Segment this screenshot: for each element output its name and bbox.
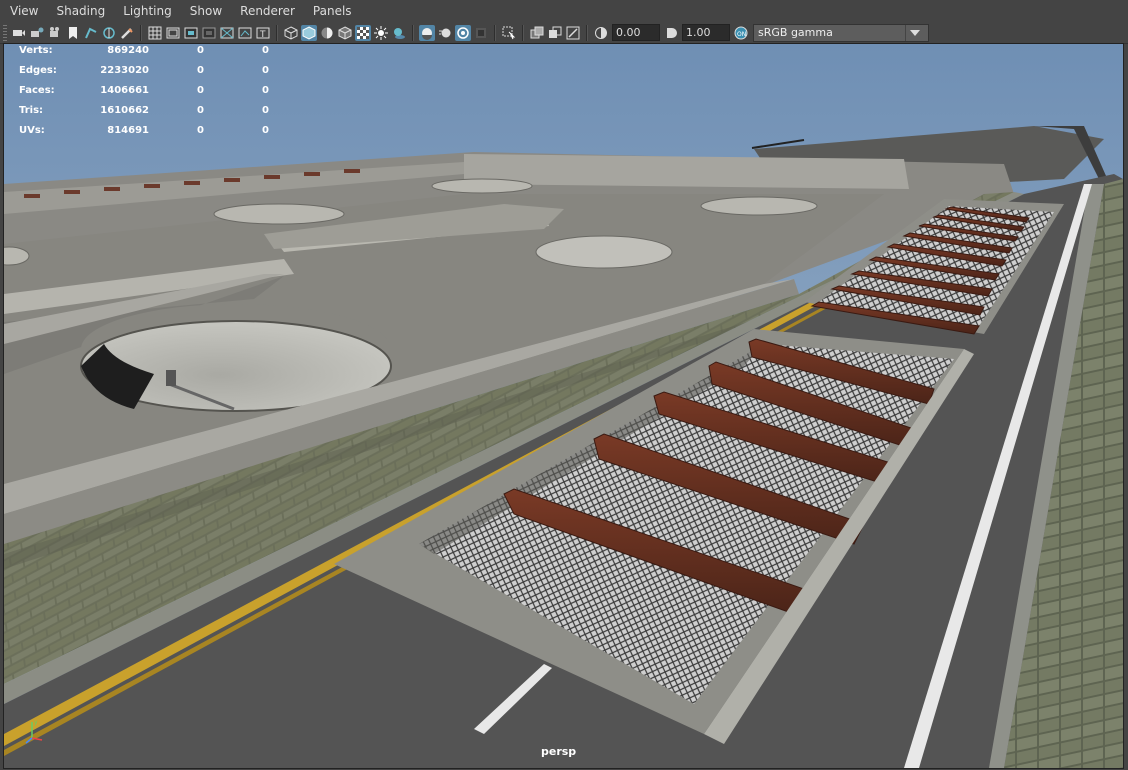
color-space-dropdown[interactable]: sRGB gamma bbox=[753, 23, 929, 42]
2d-pan-zoom-icon[interactable] bbox=[83, 25, 99, 41]
gate-mask-icon[interactable] bbox=[201, 25, 217, 41]
view-axis-icon: y bbox=[25, 719, 43, 744]
pencil-icon[interactable] bbox=[119, 25, 135, 41]
menu-renderer[interactable]: Renderer bbox=[230, 0, 303, 22]
backface-culling-icon[interactable] bbox=[565, 25, 581, 41]
camera-select-icon[interactable] bbox=[11, 25, 27, 41]
svg-text:T: T bbox=[259, 30, 266, 40]
gamma-icon[interactable] bbox=[663, 25, 679, 41]
menu-show[interactable]: Show bbox=[180, 0, 230, 22]
smooth-shade-icon[interactable] bbox=[301, 24, 317, 41]
hud-row-verts: Verts: 869240 0 0 bbox=[19, 45, 269, 56]
textured-icon[interactable] bbox=[355, 24, 371, 41]
menu-lighting[interactable]: Lighting bbox=[113, 0, 180, 22]
bookmarks-icon[interactable] bbox=[47, 25, 63, 41]
resolution-gate-icon[interactable] bbox=[183, 25, 199, 41]
color-space-value: sRGB gamma bbox=[758, 25, 833, 39]
camera-attributes-icon[interactable] bbox=[29, 25, 45, 41]
poly-count-hud: Verts: 869240 0 0 Edges: 2233020 0 0 Fac… bbox=[19, 44, 279, 144]
hud-row-edges: Edges: 2233020 0 0 bbox=[19, 65, 269, 76]
shadows-icon[interactable] bbox=[391, 25, 407, 41]
camera-name-label: persp bbox=[541, 745, 577, 758]
safe-title-icon[interactable]: T bbox=[255, 25, 271, 41]
chevron-down-icon bbox=[905, 24, 924, 41]
hud-row-faces: Faces: 1406661 0 0 bbox=[19, 85, 269, 96]
menu-view[interactable]: View bbox=[0, 0, 46, 22]
grid-icon[interactable] bbox=[147, 25, 163, 41]
anti-aliasing-icon[interactable] bbox=[455, 24, 471, 41]
color-management-icon[interactable]: ON bbox=[733, 25, 749, 41]
hud-row-uvs: UVs: 814691 0 0 bbox=[19, 125, 269, 136]
grease-pencil-icon[interactable] bbox=[101, 25, 117, 41]
exposure-icon[interactable] bbox=[593, 25, 609, 41]
menu-shading[interactable]: Shading bbox=[46, 0, 113, 22]
exposure-field[interactable]: 0.00 bbox=[612, 24, 660, 41]
safe-action-icon[interactable] bbox=[237, 25, 253, 41]
viewport-scene-render bbox=[4, 44, 1123, 768]
hud-row-tris: Tris: 1610662 0 0 bbox=[19, 105, 269, 116]
image-plane-icon[interactable] bbox=[65, 25, 81, 41]
panel-toolbar: T 0.00 1.00 ON sRGB gamma bbox=[0, 22, 1128, 44]
toolbar-grip[interactable] bbox=[3, 24, 7, 41]
svg-text:ON: ON bbox=[737, 31, 746, 38]
use-all-lights-icon[interactable] bbox=[373, 25, 389, 41]
film-gate-icon[interactable] bbox=[165, 25, 181, 41]
xray-icon[interactable] bbox=[529, 25, 545, 41]
wireframe-on-shaded-icon[interactable] bbox=[337, 25, 353, 41]
wireframe-icon[interactable] bbox=[283, 25, 299, 41]
menu-panels[interactable]: Panels bbox=[303, 0, 360, 22]
svg-text:y: y bbox=[34, 719, 38, 726]
xray-joints-icon[interactable] bbox=[547, 25, 563, 41]
field-chart-icon[interactable] bbox=[219, 25, 235, 41]
default-material-icon[interactable] bbox=[319, 25, 335, 41]
depth-of-field-icon[interactable] bbox=[473, 25, 489, 41]
maya-viewport-panel: View Shading Lighting Show Renderer Pane… bbox=[0, 0, 1128, 770]
motion-blur-icon[interactable] bbox=[437, 25, 453, 41]
screen-space-ao-icon[interactable] bbox=[419, 24, 435, 41]
gamma-field[interactable]: 1.00 bbox=[682, 24, 730, 41]
3d-viewport[interactable]: Verts: 869240 0 0 Edges: 2233020 0 0 Fac… bbox=[3, 43, 1124, 769]
panel-menubar: View Shading Lighting Show Renderer Pane… bbox=[0, 0, 1128, 22]
isolate-select-icon[interactable] bbox=[501, 25, 517, 41]
